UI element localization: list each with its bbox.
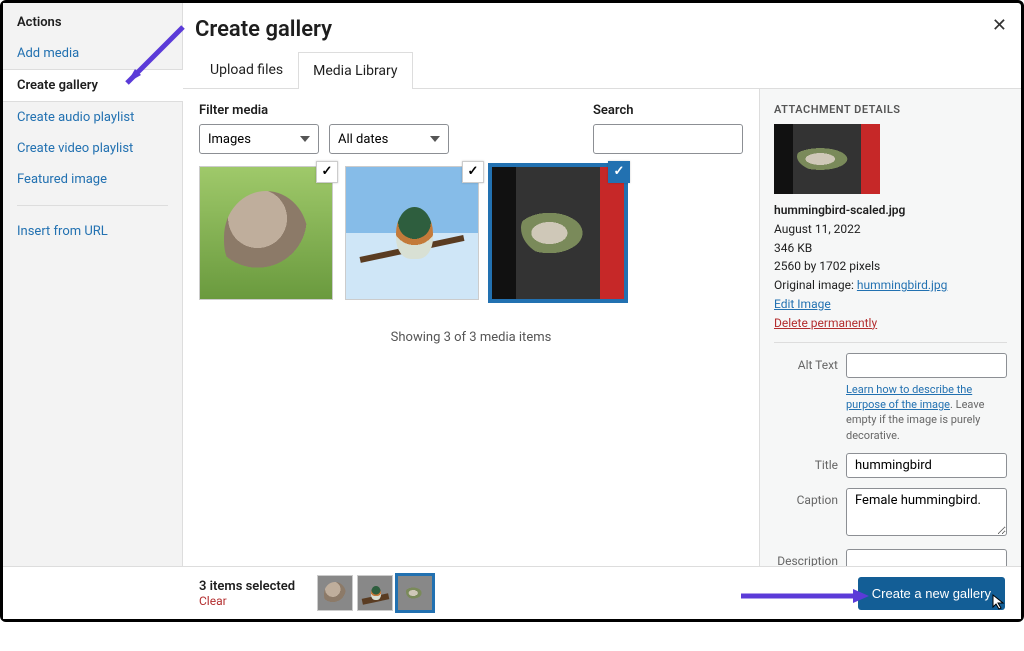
- attachment-filesize: 346 KB: [774, 240, 1007, 257]
- mini-thumb-2[interactable]: [357, 575, 393, 611]
- showing-count: Showing 3 of 3 media items: [199, 330, 743, 345]
- tab-upload-files[interactable]: Upload files: [195, 51, 298, 88]
- filter-media-label: Filter media: [199, 103, 449, 118]
- cursor-icon: [991, 593, 1007, 615]
- selected-count: 3 items selected: [199, 579, 295, 594]
- title-input[interactable]: [846, 453, 1007, 478]
- alt-text-label: Alt Text: [774, 353, 838, 372]
- filter-date-select[interactable]: All dates: [329, 124, 449, 154]
- attachment-filename: hummingbird-scaled.jpg: [774, 202, 1007, 219]
- filter-type-select[interactable]: Images: [199, 124, 319, 154]
- mini-thumb-3[interactable]: [397, 575, 433, 611]
- sidebar-item-insert-url[interactable]: Insert from URL: [3, 216, 182, 247]
- attachment-dimensions: 2560 by 1702 pixels: [774, 258, 1007, 275]
- edit-image-link[interactable]: Edit Image: [774, 297, 831, 311]
- close-icon[interactable]: ✕: [992, 15, 1007, 36]
- bird-image-3: [492, 167, 624, 299]
- bird-image-1: [200, 167, 332, 299]
- sidebar-item-create-video[interactable]: Create video playlist: [3, 133, 182, 164]
- search-label: Search: [593, 103, 743, 118]
- mini-thumb-1[interactable]: [317, 575, 353, 611]
- alt-text-hint: Learn how to describe the purpose of the…: [846, 382, 1007, 444]
- selected-thumbs: [317, 575, 433, 611]
- clear-selection-link[interactable]: Clear: [199, 594, 295, 608]
- check-icon[interactable]: ✓: [462, 161, 484, 183]
- attachment-original-link[interactable]: hummingbird.jpg: [857, 278, 947, 292]
- search-input[interactable]: [593, 124, 743, 154]
- check-icon[interactable]: ✓: [316, 161, 338, 183]
- media-thumb-3[interactable]: ✓: [491, 166, 625, 300]
- attachment-original: Original image: hummingbird.jpg: [774, 277, 1007, 294]
- attachment-details-panel: ATTACHMENT DETAILS hummingbird-scaled.jp…: [759, 89, 1021, 598]
- caption-label: Caption: [774, 488, 838, 507]
- actions-sidebar: Actions Add media Create gallery Create …: [3, 3, 183, 566]
- media-grid-area: Filter media Images All dates Search: [183, 89, 759, 598]
- media-thumb-1[interactable]: ✓: [199, 166, 333, 300]
- sidebar-item-create-audio[interactable]: Create audio playlist: [3, 102, 182, 133]
- modal-title: Create gallery: [195, 17, 1005, 42]
- check-icon[interactable]: ✓: [608, 161, 630, 183]
- title-label: Title: [774, 453, 838, 472]
- delete-permanently-link[interactable]: Delete permanently: [774, 316, 877, 330]
- create-gallery-button[interactable]: Create a new gallery: [858, 577, 1005, 610]
- bird-image-2: [346, 167, 478, 299]
- sidebar-heading: Actions: [3, 15, 182, 38]
- alt-text-input[interactable]: [846, 353, 1007, 378]
- tab-media-library[interactable]: Media Library: [298, 52, 412, 89]
- caption-input[interactable]: Female hummingbird.: [846, 488, 1007, 536]
- media-thumb-2[interactable]: ✓: [345, 166, 479, 300]
- sidebar-item-add-media[interactable]: Add media: [3, 38, 182, 69]
- attachment-preview: [774, 124, 880, 194]
- attachment-date: August 11, 2022: [774, 221, 1007, 238]
- sidebar-item-create-gallery[interactable]: Create gallery: [3, 69, 183, 102]
- sidebar-item-featured-image[interactable]: Featured image: [3, 164, 182, 195]
- attachment-details-heading: ATTACHMENT DETAILS: [774, 103, 1007, 116]
